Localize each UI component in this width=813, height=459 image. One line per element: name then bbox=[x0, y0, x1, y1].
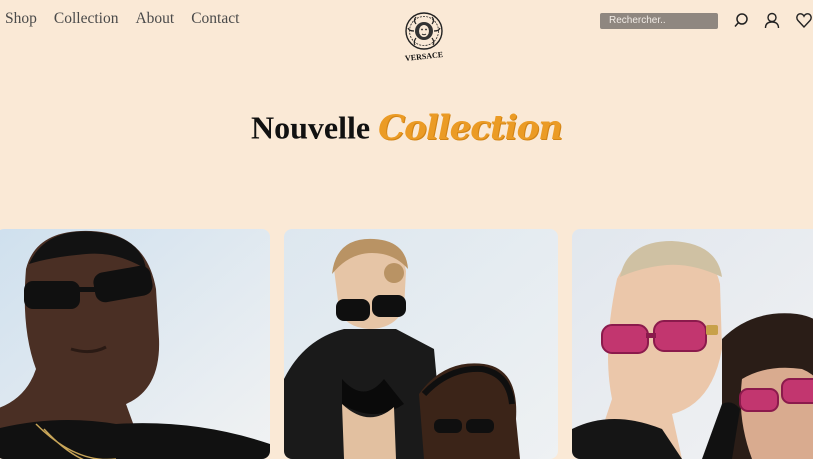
user-icon[interactable] bbox=[764, 12, 780, 29]
main-nav: Shop Collection About Contact bbox=[5, 10, 239, 28]
nav-contact[interactable]: Contact bbox=[191, 10, 239, 28]
product-card-1[interactable] bbox=[0, 229, 270, 459]
product-card-2[interactable] bbox=[284, 229, 558, 459]
svg-text:VERSACE: VERSACE bbox=[405, 50, 444, 62]
product-image-3 bbox=[572, 229, 813, 459]
hero-title-accent: Collection bbox=[378, 108, 563, 148]
heart-icon[interactable] bbox=[796, 12, 812, 29]
product-image-2 bbox=[284, 229, 558, 459]
nav-shop[interactable]: Shop bbox=[5, 10, 37, 28]
hero-title: Nouvelle Collection bbox=[0, 108, 813, 148]
nav-collection[interactable]: Collection bbox=[54, 10, 119, 28]
hero-title-main: Nouvelle bbox=[250, 109, 371, 146]
product-image-1 bbox=[0, 229, 270, 459]
versace-logo[interactable]: VERSACE bbox=[403, 12, 445, 63]
search-icon[interactable] bbox=[733, 12, 749, 29]
search-input[interactable] bbox=[600, 13, 718, 29]
product-card-3[interactable] bbox=[572, 229, 813, 459]
nav-about[interactable]: About bbox=[135, 10, 174, 28]
